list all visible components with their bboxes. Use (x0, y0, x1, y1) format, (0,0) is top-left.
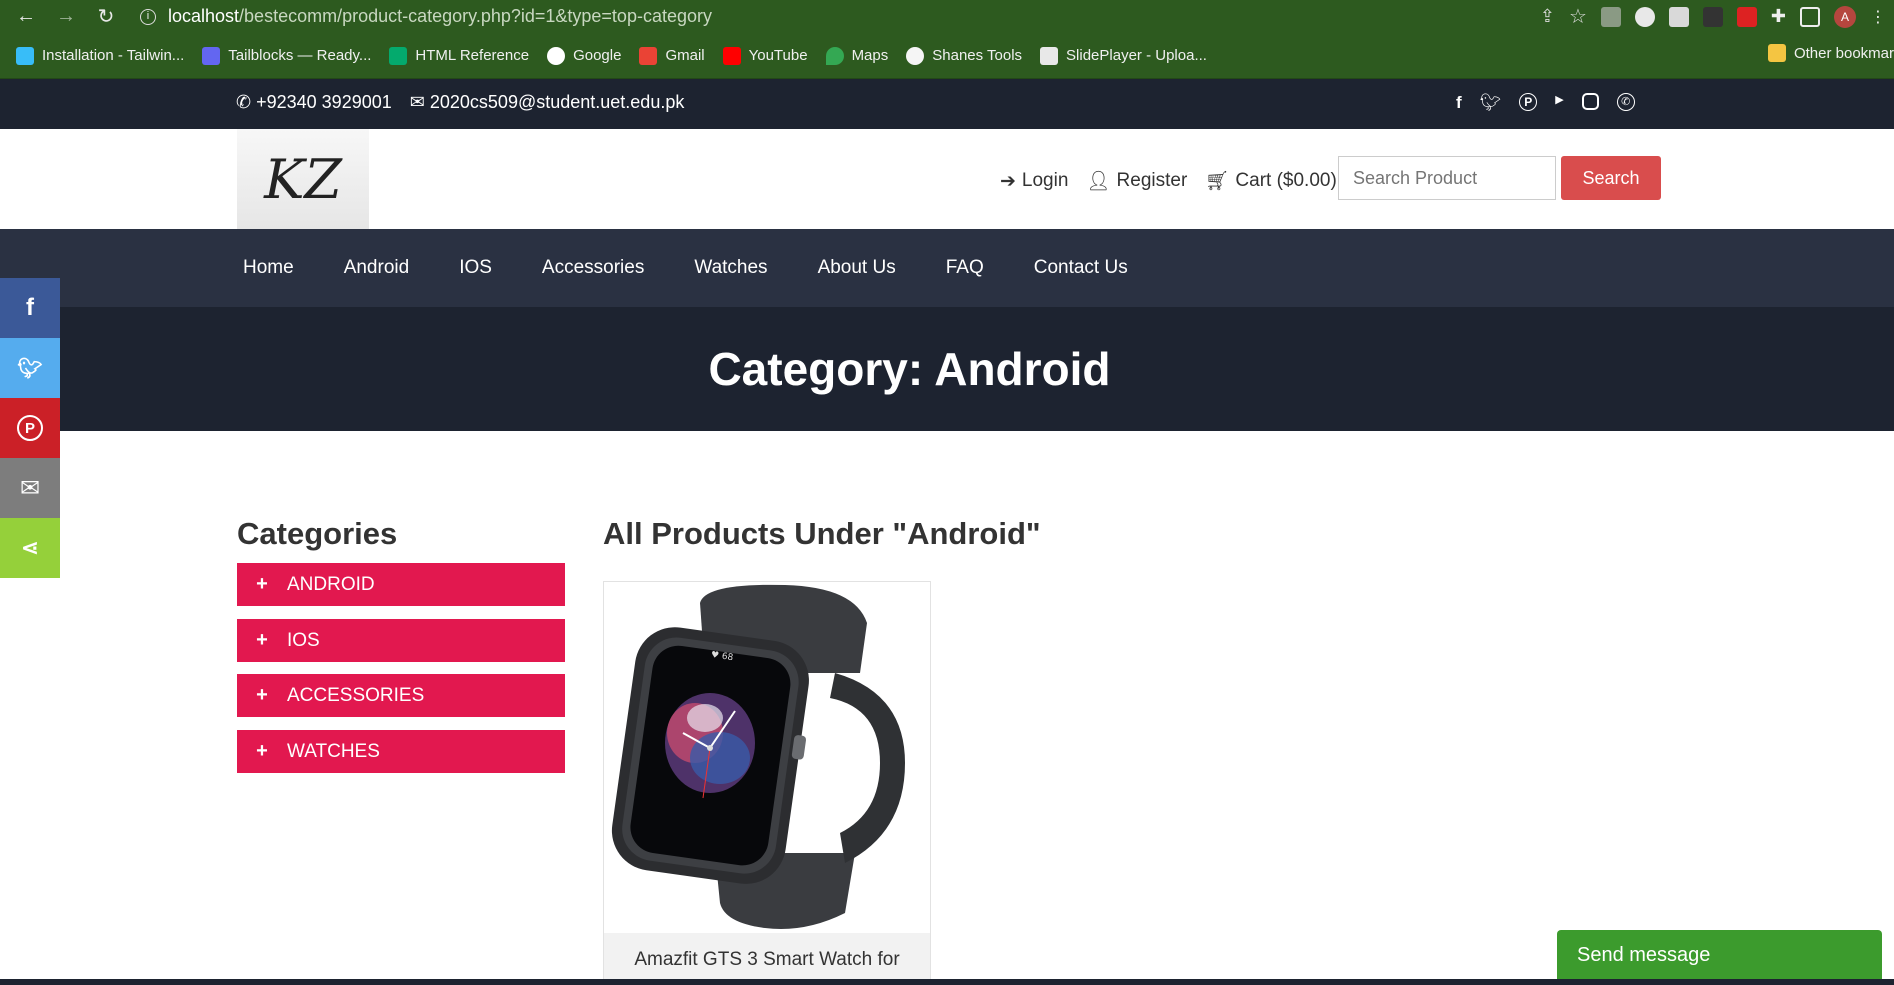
twitter-icon: 🐦︎ (17, 357, 43, 380)
category-ios[interactable]: + IOS (237, 619, 565, 662)
slideplayer-icon (1040, 46, 1059, 65)
share-page-icon[interactable]: ⇪ (1540, 6, 1555, 27)
bookmark-star-icon[interactable]: ☆ (1569, 4, 1587, 29)
envelope-icon: ✉ (409, 92, 425, 112)
tailblocks-icon (202, 46, 221, 65)
cart-link[interactable]: 🛒︎ Cart ($0.00) (1205, 169, 1337, 193)
nav-watches[interactable]: Watches (694, 257, 767, 279)
google-icon (547, 46, 566, 65)
instagram-icon[interactable] (1581, 93, 1599, 110)
w3schools-icon (389, 46, 408, 65)
share-more-button[interactable]: ⋖ (0, 518, 60, 578)
facebook-icon: f (26, 294, 34, 321)
product-name[interactable]: Amazfit GTS 3 Smart Watch for (604, 933, 930, 985)
extension-icon[interactable] (1736, 6, 1757, 27)
extension-icon[interactable] (1600, 6, 1621, 27)
share-twitter-button[interactable]: 🐦︎ (0, 338, 60, 398)
bookmark-item[interactable]: Maps (825, 46, 888, 65)
bookmark-item[interactable]: Google (547, 46, 621, 65)
category-accessories[interactable]: + ACCESSORIES (237, 674, 565, 717)
gmail-icon (639, 46, 658, 65)
share-pinterest-button[interactable]: P (0, 398, 60, 458)
search-button[interactable]: Search (1561, 156, 1661, 200)
product-image[interactable]: ♥ 68 (605, 583, 929, 933)
envelope-icon: ✉ (19, 474, 41, 502)
product-card[interactable]: ♥ 68 Amazfit GTS 3 Smart Watch for (603, 581, 931, 985)
category-android[interactable]: + ANDROID (237, 563, 565, 606)
main-navigation: Home Android IOS Accessories Watches Abo… (0, 229, 1894, 307)
sidepanel-icon[interactable] (1800, 6, 1820, 27)
nav-home[interactable]: Home (243, 257, 294, 279)
nav-faq[interactable]: FAQ (946, 257, 984, 279)
category-hero: Category: Android (60, 307, 1894, 431)
phone-contact: ✆ +92340 3929001 (236, 92, 392, 112)
smartwatch-image: ♥ 68 (611, 584, 905, 929)
address-bar[interactable]: i localhost/bestecomm/product-category.p… (140, 4, 1560, 29)
bookmark-item[interactable]: Gmail (639, 46, 705, 65)
site-logo[interactable]: KZ (237, 129, 369, 229)
forward-icon[interactable]: → (50, 1, 82, 33)
search-input[interactable] (1338, 156, 1556, 200)
plus-icon: + (256, 740, 268, 762)
share-sidebar: f 🐦︎ P ✉ ⋖ (0, 278, 60, 578)
browser-toolbar: ← → ↻ i localhost/bestecomm/product-cate… (0, 0, 1894, 33)
cart-icon: 🛒︎ (1205, 171, 1230, 192)
reload-icon[interactable]: ↻ (90, 1, 122, 33)
nav-about-us[interactable]: About Us (818, 257, 896, 279)
nav-accessories[interactable]: Accessories (542, 257, 644, 279)
bookmark-item[interactable]: SlidePlayer - Uploa... (1040, 46, 1207, 65)
categories-heading: Categories (237, 516, 398, 551)
products-heading: All Products Under "Android" (603, 516, 1041, 551)
other-bookmarks[interactable]: Other bookmar (1767, 44, 1894, 62)
share-facebook-button[interactable]: f (0, 278, 60, 338)
page-title: Category: Android (708, 343, 1111, 395)
send-message-button[interactable]: Send message (1557, 930, 1882, 985)
pinterest-icon[interactable]: P (1519, 93, 1538, 111)
whatsapp-icon[interactable]: ✆ (1616, 93, 1635, 111)
youtube-icon[interactable]: ▶ (1555, 93, 1563, 113)
plus-icon: + (256, 629, 268, 651)
tailwind-icon (16, 46, 34, 65)
extension-icon[interactable] (1634, 6, 1655, 27)
share-icon: ⋖ (20, 535, 40, 560)
extension-icon[interactable] (1668, 6, 1689, 27)
site-header: KZ ➔ Login 👤︎ Register 🛒︎ Cart ($0.00) Sear… (0, 129, 1894, 229)
facebook-icon[interactable]: f (1456, 93, 1462, 113)
phone-icon: ✆ (236, 92, 252, 112)
login-icon: ➔ (1000, 170, 1016, 192)
nav-android[interactable]: Android (344, 257, 410, 279)
plus-icon: + (256, 573, 268, 595)
share-email-button[interactable]: ✉ (0, 458, 60, 518)
user-plus-icon: 👤︎ (1086, 171, 1111, 192)
nav-ios[interactable]: IOS (459, 257, 492, 279)
url-host: localhost (168, 6, 240, 26)
login-link[interactable]: ➔ Login (1000, 169, 1068, 193)
folder-icon (1767, 44, 1786, 62)
back-icon[interactable]: ← (10, 1, 42, 33)
shanes-tools-icon (906, 46, 925, 65)
maps-icon (825, 46, 844, 65)
bookmark-item[interactable]: YouTube (722, 46, 808, 65)
avatar[interactable]: A (1834, 5, 1856, 28)
twitter-icon[interactable]: 🐦︎ (1480, 93, 1502, 113)
url-path: /bestecomm/product-category.php?id=1&typ… (239, 6, 712, 26)
info-icon: i (140, 8, 156, 25)
bookmark-item[interactable]: Installation - Tailwin... (16, 46, 184, 65)
menu-icon[interactable]: ⋮ (1870, 7, 1886, 27)
extension-icon[interactable] (1702, 6, 1723, 27)
bookmark-item[interactable]: Shanes Tools (906, 46, 1022, 65)
category-watches[interactable]: + WATCHES (237, 730, 565, 773)
pinterest-icon: P (17, 415, 43, 441)
nav-contact-us[interactable]: Contact Us (1034, 257, 1128, 279)
email-contact: ✉ 2020cs509@student.uet.edu.pk (409, 92, 685, 112)
bookmark-item[interactable]: HTML Reference (389, 46, 529, 65)
bookmark-item[interactable]: Tailblocks — Ready... (202, 46, 371, 65)
top-info-bar: ✆ +92340 3929001 ✉ 2020cs509@student.uet… (0, 79, 1894, 129)
bookmarks-bar: Installation - Tailwin... Tailblocks — R… (0, 33, 1894, 79)
youtube-icon (722, 46, 741, 65)
bottom-scrollbar (0, 979, 1894, 985)
plus-icon: + (256, 684, 268, 706)
register-link[interactable]: 👤︎ Register (1086, 169, 1187, 193)
puzzle-icon[interactable]: ✚ (1771, 6, 1786, 27)
